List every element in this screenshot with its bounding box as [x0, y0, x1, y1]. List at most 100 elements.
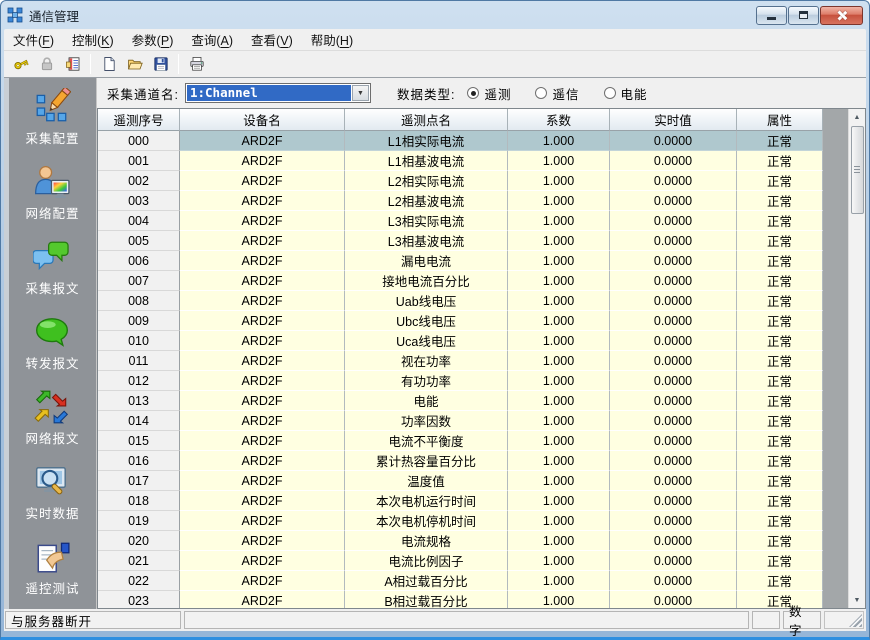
table-row-013[interactable]: 013ARD2F电能1.0000.0000正常 [98, 391, 848, 411]
restore-icon [799, 11, 808, 19]
open-button[interactable] [122, 52, 147, 76]
attr-cell: 正常 [737, 431, 823, 451]
attr-cell: 正常 [737, 331, 823, 351]
seq-cell: 005 [98, 231, 180, 251]
value-cell: 0.0000 [610, 591, 737, 608]
network-config-icon [33, 163, 71, 201]
table-row-023[interactable]: 023ARD2FB相过载百分比1.0000.0000正常 [98, 591, 848, 608]
sidebar-item-collect-message[interactable]: 采集报文 [25, 238, 79, 297]
value-cell: 0.0000 [610, 271, 737, 291]
sidebar-item-network-message[interactable]: 网络报文 [25, 388, 79, 447]
point-cell: L1相实际电流 [345, 131, 508, 151]
scroll-down-icon[interactable]: ▼ [849, 592, 865, 608]
new-button[interactable] [96, 52, 121, 76]
table-row-018[interactable]: 018ARD2F本次电机运行时间1.0000.0000正常 [98, 491, 848, 511]
table-row-014[interactable]: 014ARD2F功率因数1.0000.0000正常 [98, 411, 848, 431]
datatype-radio-group: 遥测 遥信 电能 [467, 84, 647, 103]
toolbar [4, 51, 866, 77]
seq-cell: 023 [98, 591, 180, 608]
minimize-button[interactable] [756, 6, 787, 25]
table-row-002[interactable]: 002ARD2FL2相实际电流1.0000.0000正常 [98, 171, 848, 191]
coef-cell: 1.000 [508, 131, 610, 151]
table-row-009[interactable]: 009ARD2FUbc线电压1.0000.0000正常 [98, 311, 848, 331]
menu-h[interactable]: 帮助(H) [302, 28, 362, 51]
menu-p[interactable]: 参数(P) [123, 28, 183, 51]
chevron-down-icon[interactable]: ▼ [352, 85, 369, 101]
channel-combobox[interactable]: 1:Channel ▼ [185, 83, 371, 103]
table-row-022[interactable]: 022ARD2FA相过载百分比1.0000.0000正常 [98, 571, 848, 591]
channel-label: 采集通道名: [107, 84, 179, 103]
vertical-scrollbar[interactable]: ▲ ▼ [848, 109, 865, 608]
close-icon [836, 10, 847, 21]
table-row-021[interactable]: 021ARD2F电流比例因子1.0000.0000正常 [98, 551, 848, 571]
channel-combobox-value: 1:Channel [187, 85, 351, 101]
sidebar-item-network-config[interactable]: 网络配置 [25, 163, 79, 222]
resize-grip[interactable] [849, 614, 862, 627]
value-cell: 0.0000 [610, 231, 737, 251]
scroll-up-icon[interactable]: ▲ [849, 109, 865, 125]
sidebar-item-forward-message[interactable]: 转发报文 [25, 313, 79, 372]
login-key-button[interactable] [8, 52, 33, 76]
menu-f[interactable]: 文件(F) [4, 28, 63, 51]
sidebar-item-label: 网络报文 [25, 428, 79, 447]
table-row-020[interactable]: 020ARD2F电流规格1.0000.0000正常 [98, 531, 848, 551]
menu-a[interactable]: 查询(A) [182, 28, 242, 51]
point-cell: 电流不平衡度 [345, 431, 508, 451]
attr-cell: 正常 [737, 571, 823, 591]
point-cell: Ubc线电压 [345, 311, 508, 331]
scrollbar-thumb[interactable] [851, 126, 864, 214]
value-cell: 0.0000 [610, 531, 737, 551]
point-cell: 电能 [345, 391, 508, 411]
menu-k[interactable]: 控制(K) [63, 28, 123, 51]
table-row-008[interactable]: 008ARD2FUab线电压1.0000.0000正常 [98, 291, 848, 311]
restore-button[interactable] [788, 6, 819, 25]
sidebar-item-realtime-data[interactable]: 实时数据 [25, 463, 79, 522]
table-row-015[interactable]: 015ARD2F电流不平衡度1.0000.0000正常 [98, 431, 848, 451]
grid-body: 000ARD2FL1相实际电流1.0000.0000正常001ARD2FL1相基… [98, 131, 848, 608]
table-row-010[interactable]: 010ARD2FUca线电压1.0000.0000正常 [98, 331, 848, 351]
coef-cell: 1.000 [508, 191, 610, 211]
close-button[interactable] [820, 6, 863, 25]
printer-icon [189, 56, 205, 72]
open-folder-icon [127, 56, 143, 72]
radio-option-0[interactable]: 遥测 [467, 84, 511, 103]
datatype-label: 数据类型: [397, 84, 455, 103]
table-row-017[interactable]: 017ARD2F温度值1.0000.0000正常 [98, 471, 848, 491]
table-row-016[interactable]: 016ARD2F累计热容量百分比1.0000.0000正常 [98, 451, 848, 471]
value-cell: 0.0000 [610, 251, 737, 271]
sidebar-item-remote-test[interactable]: 遥控测试 [25, 538, 79, 597]
print-button[interactable] [184, 52, 209, 76]
point-cell: 功率因数 [345, 411, 508, 431]
numlock-indicator: 数字 [783, 611, 821, 629]
sidebar-item-label: 采集配置 [25, 128, 79, 147]
table-row-004[interactable]: 004ARD2FL3相实际电流1.0000.0000正常 [98, 211, 848, 231]
value-cell: 0.0000 [610, 391, 737, 411]
statusbar: 与服务器断开 数字 [4, 609, 866, 631]
save-button[interactable] [148, 52, 173, 76]
menu-v[interactable]: 查看(V) [242, 28, 302, 51]
table-row-000[interactable]: 000ARD2FL1相实际电流1.0000.0000正常 [98, 131, 848, 151]
value-cell: 0.0000 [610, 351, 737, 371]
sidebar-item-collect-config[interactable]: 采集配置 [25, 88, 79, 147]
main-area: 采集通道名: 1:Channel ▼ 数据类型: 遥测遥信电能 遥测序号设备名遥… [96, 78, 866, 609]
notebook-config-button[interactable] [60, 52, 85, 76]
status-segment-small [752, 611, 780, 629]
table-row-012[interactable]: 012ARD2F有功功率1.0000.0000正常 [98, 371, 848, 391]
seq-cell: 000 [98, 131, 180, 151]
sidebar-item-label: 实时数据 [25, 503, 79, 522]
table-row-007[interactable]: 007ARD2F接地电流百分比1.0000.0000正常 [98, 271, 848, 291]
table-row-003[interactable]: 003ARD2FL2相基波电流1.0000.0000正常 [98, 191, 848, 211]
table-row-005[interactable]: 005ARD2FL3相基波电流1.0000.0000正常 [98, 231, 848, 251]
table-row-011[interactable]: 011ARD2F视在功率1.0000.0000正常 [98, 351, 848, 371]
table-row-001[interactable]: 001ARD2FL1相基波电流1.0000.0000正常 [98, 151, 848, 171]
value-cell: 0.0000 [610, 491, 737, 511]
point-cell: L2相实际电流 [345, 171, 508, 191]
coef-cell: 1.000 [508, 271, 610, 291]
seq-cell: 010 [98, 331, 180, 351]
network-message-icon [33, 388, 71, 426]
table-row-006[interactable]: 006ARD2F漏电电流1.0000.0000正常 [98, 251, 848, 271]
table-row-019[interactable]: 019ARD2F本次电机停机时间1.0000.0000正常 [98, 511, 848, 531]
titlebar[interactable]: 通信管理 [1, 1, 869, 29]
radio-option-2[interactable]: 电能 [604, 84, 648, 103]
radio-option-1[interactable]: 遥信 [535, 84, 579, 103]
